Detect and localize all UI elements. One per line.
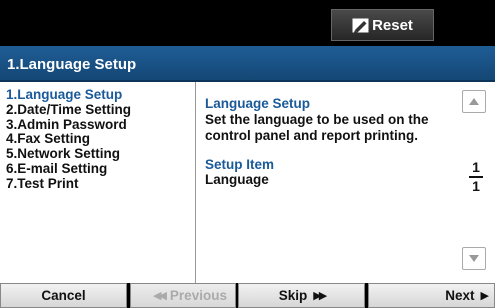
- page-current: 1: [472, 159, 480, 175]
- setup-menu-list: 1.Language Setup 2.Date/Time Setting 3.A…: [0, 82, 196, 283]
- description-heading: Language Setup: [205, 96, 311, 111]
- page-title: 1.Language Setup: [0, 46, 495, 82]
- menu-item-date-time-setting[interactable]: 2.Date/Time Setting: [6, 102, 195, 118]
- scroll-column: 1 1: [455, 82, 495, 283]
- cancel-label: Cancel: [41, 288, 86, 303]
- bottom-bar: Cancel ◀◀ Previous Skip ▶▶ Next ▶: [0, 283, 495, 308]
- scroll-up-button[interactable]: [462, 90, 486, 113]
- scroll-down-button[interactable]: [462, 247, 486, 270]
- menu-item-fax-setting[interactable]: 4.Fax Setting: [6, 132, 195, 147]
- menu-item-network-setting[interactable]: 5.Network Setting: [6, 146, 195, 162]
- menu-item-language-setup[interactable]: 1.Language Setup: [6, 87, 195, 103]
- menu-item-email-setting[interactable]: 6.E-mail Setting: [6, 161, 195, 177]
- right-arrow-icon: ▶: [480, 290, 490, 302]
- page-total: 1: [472, 178, 480, 194]
- cancel-button[interactable]: Cancel: [0, 283, 127, 308]
- pencil-eraser-icon: [352, 18, 369, 33]
- menu-item-test-print[interactable]: 7.Test Print: [6, 176, 195, 192]
- double-left-arrow-icon: ◀◀: [153, 290, 167, 302]
- previous-label: Previous: [169, 288, 227, 303]
- description-line: Set the language to be used on the: [205, 111, 429, 127]
- description-panel: Language Setup Set the language to be us…: [205, 96, 450, 188]
- menu-item-admin-password[interactable]: 3.Admin Password: [6, 117, 195, 133]
- main-content: 1.Language Setup 2.Date/Time Setting 3.A…: [0, 82, 495, 283]
- top-bar: Reset: [0, 0, 495, 46]
- setup-item-heading: Setup Item: [205, 156, 275, 172]
- previous-button[interactable]: ◀◀ Previous: [130, 283, 236, 308]
- next-label: Next: [445, 288, 475, 303]
- description-line: control panel and report printing.: [205, 127, 419, 143]
- setup-item-value: Language: [205, 172, 269, 187]
- page-indicator: 1 1: [469, 160, 483, 194]
- chevron-up-icon: [469, 98, 479, 105]
- skip-button[interactable]: Skip ▶▶: [238, 283, 365, 308]
- reset-label: Reset: [372, 16, 413, 34]
- double-right-arrow-icon: ▶▶: [313, 290, 327, 302]
- skip-label: Skip: [278, 288, 308, 303]
- chevron-down-icon: [469, 255, 479, 262]
- reset-button[interactable]: Reset: [331, 9, 434, 41]
- next-button[interactable]: Next ▶: [368, 283, 495, 308]
